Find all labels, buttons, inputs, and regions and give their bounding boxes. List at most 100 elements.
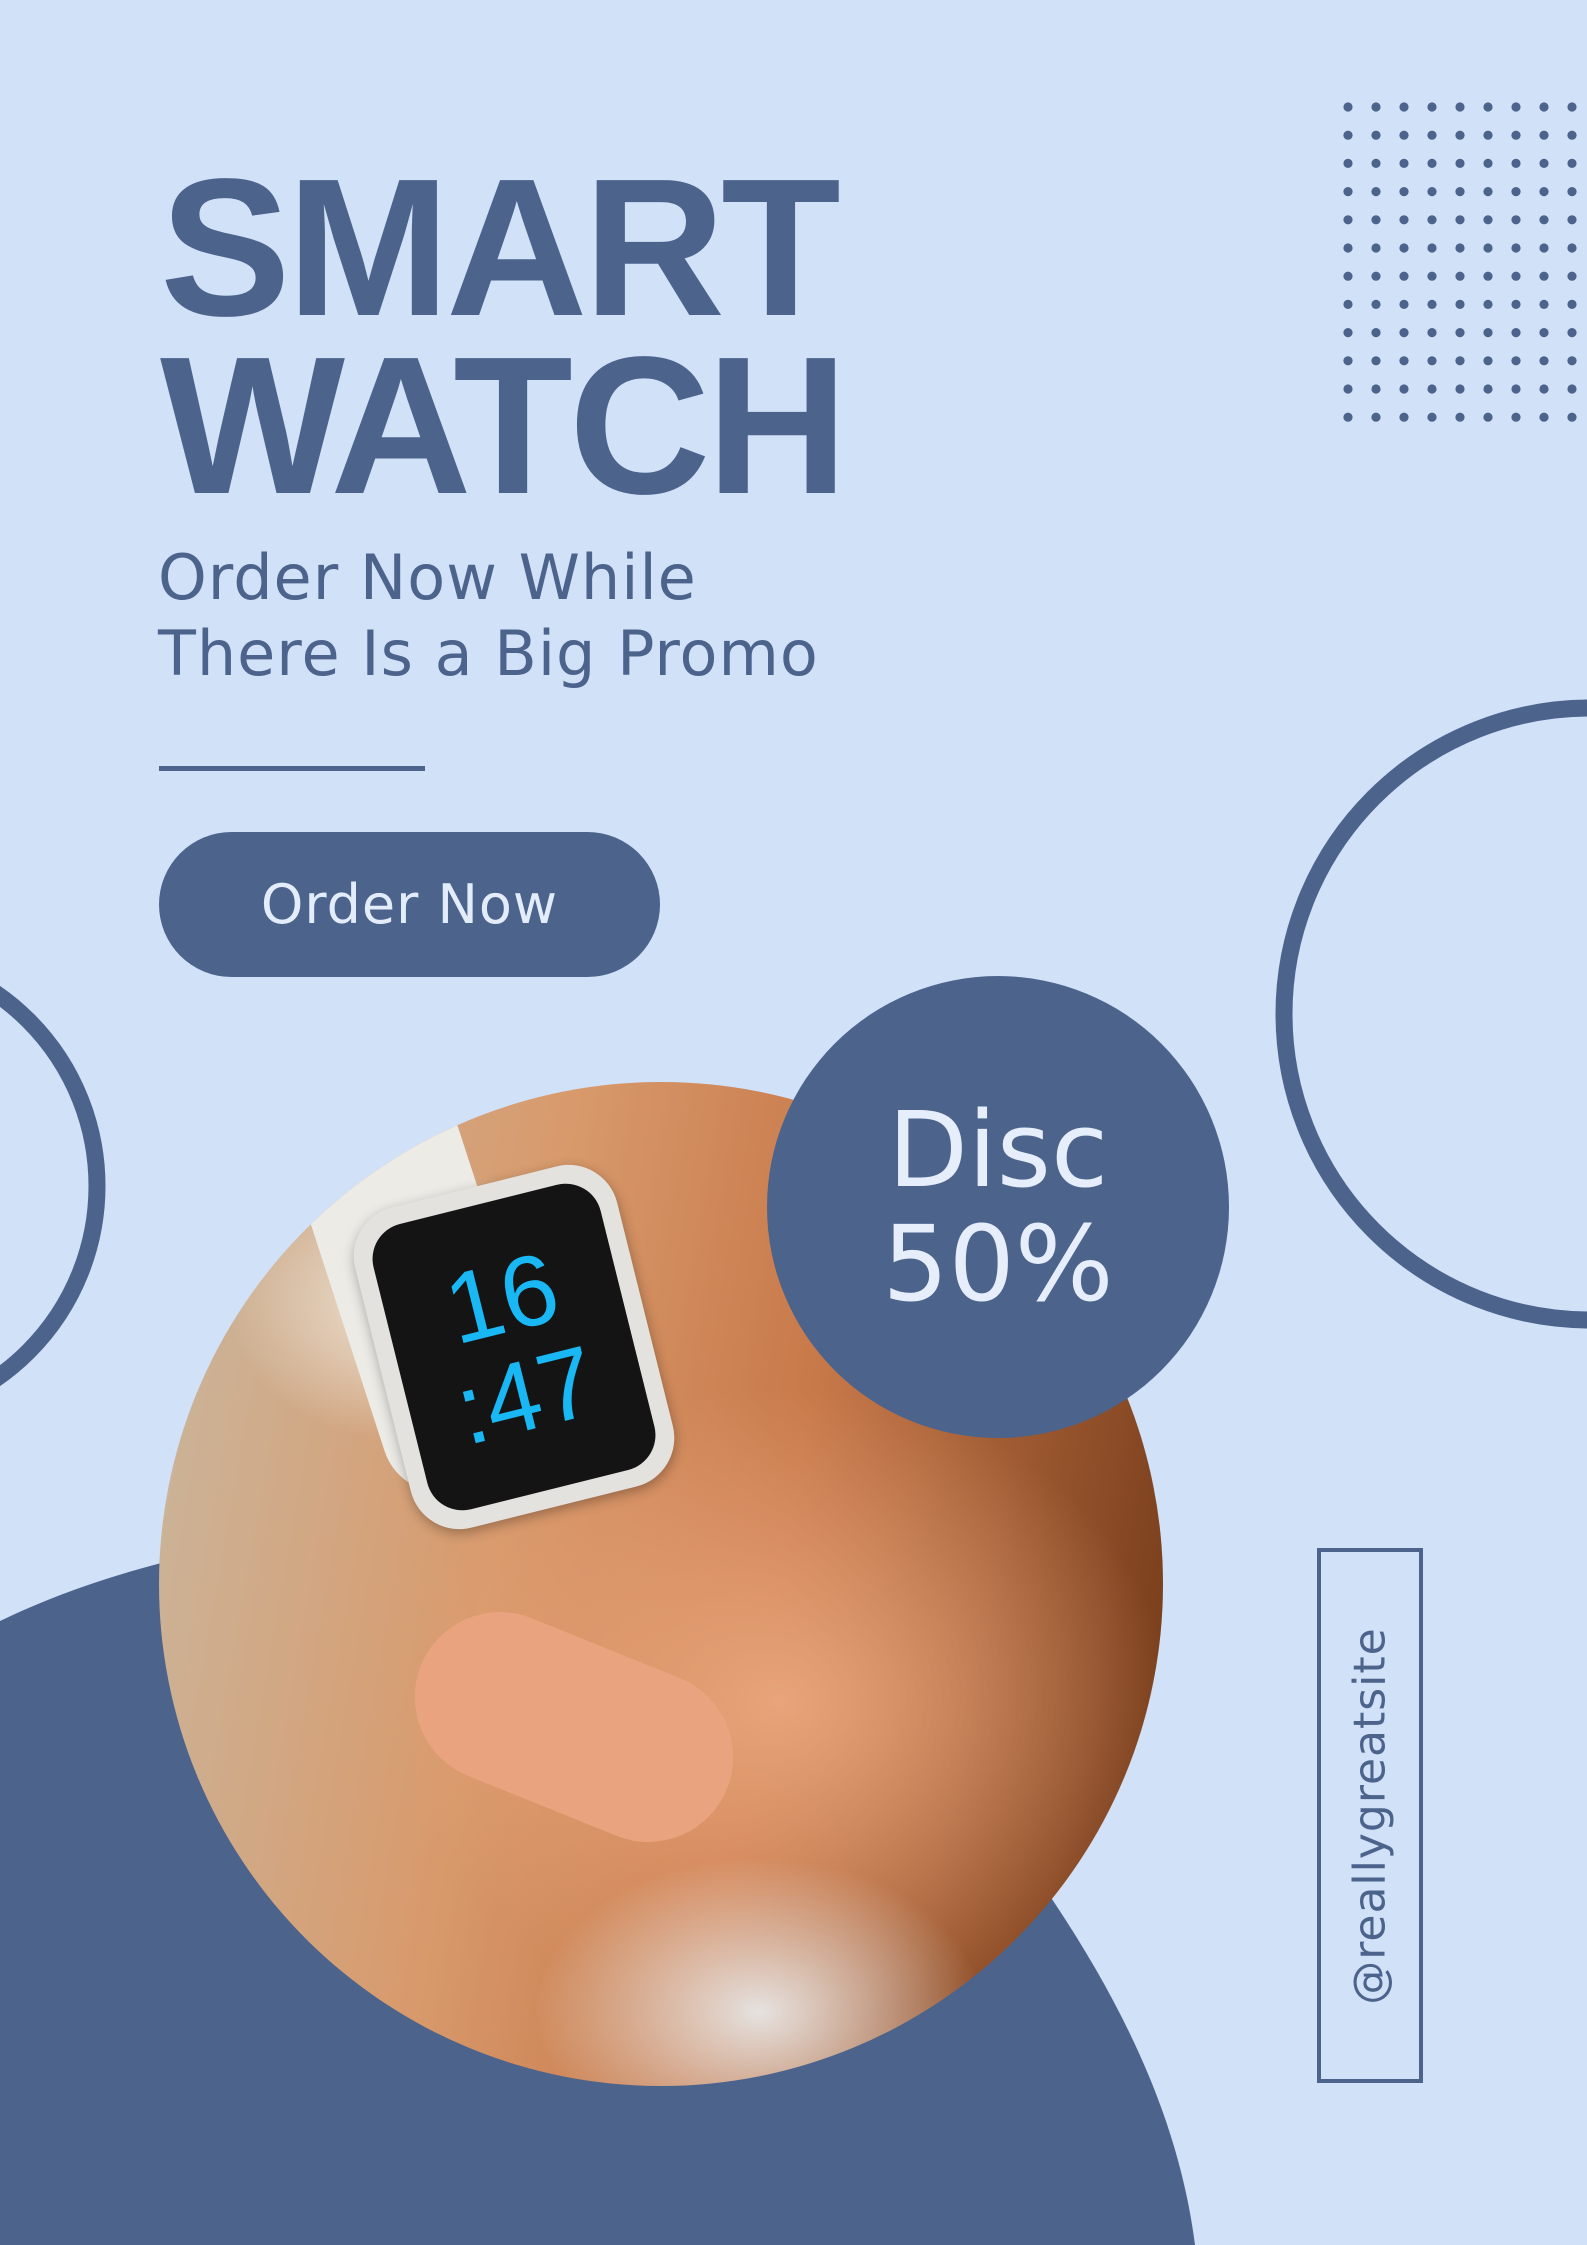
dot — [1539, 412, 1549, 422]
dot — [1399, 215, 1409, 225]
dot — [1455, 356, 1465, 366]
thumb — [389, 1586, 759, 1868]
dot — [1567, 384, 1577, 394]
dot — [1511, 328, 1521, 338]
dot — [1511, 102, 1521, 112]
dot — [1539, 243, 1549, 253]
social-handle-box: @reallygreatsite — [1317, 1548, 1423, 2083]
dot — [1483, 299, 1493, 309]
dot — [1567, 328, 1577, 338]
dot — [1455, 328, 1465, 338]
dot — [1455, 158, 1465, 168]
dot — [1483, 215, 1493, 225]
dot — [1511, 299, 1521, 309]
dot — [1343, 130, 1353, 140]
dot — [1371, 271, 1381, 281]
dot — [1455, 187, 1465, 197]
dot — [1371, 187, 1381, 197]
dot — [1539, 328, 1549, 338]
dot — [1371, 356, 1381, 366]
dot — [1539, 130, 1549, 140]
dot — [1455, 412, 1465, 422]
dot — [1455, 215, 1465, 225]
dot — [1399, 328, 1409, 338]
dot — [1483, 130, 1493, 140]
dot — [1511, 215, 1521, 225]
dot — [1343, 384, 1353, 394]
dot — [1567, 412, 1577, 422]
dot — [1399, 412, 1409, 422]
divider — [159, 766, 425, 771]
dot — [1343, 271, 1353, 281]
dot — [1483, 158, 1493, 168]
dot — [1567, 356, 1577, 366]
dot — [1567, 299, 1577, 309]
dot — [1511, 356, 1521, 366]
dot-grid-icon — [1343, 102, 1577, 422]
dot — [1399, 384, 1409, 394]
dot — [1427, 356, 1437, 366]
dot — [1483, 356, 1493, 366]
dot — [1539, 384, 1549, 394]
dot — [1539, 158, 1549, 168]
dot — [1399, 102, 1409, 112]
dot — [1483, 384, 1493, 394]
dot — [1511, 271, 1521, 281]
dot — [1483, 243, 1493, 253]
dot — [1343, 158, 1353, 168]
dot — [1483, 412, 1493, 422]
dot — [1567, 130, 1577, 140]
dot — [1483, 328, 1493, 338]
social-handle: @reallygreatsite — [1344, 1626, 1396, 2005]
dot — [1399, 271, 1409, 281]
dot — [1343, 299, 1353, 309]
dot — [1371, 243, 1381, 253]
dot — [1539, 356, 1549, 366]
dot — [1343, 102, 1353, 112]
subtitle-line-2: There Is a Big Promo — [158, 617, 819, 690]
dot — [1343, 412, 1353, 422]
dot — [1427, 271, 1437, 281]
dot — [1567, 158, 1577, 168]
dot — [1427, 158, 1437, 168]
dot — [1371, 384, 1381, 394]
right-ring — [1275, 699, 1587, 1329]
dot — [1371, 130, 1381, 140]
dot — [1399, 356, 1409, 366]
dot — [1483, 187, 1493, 197]
dot — [1567, 102, 1577, 112]
dot — [1343, 215, 1353, 225]
dot — [1539, 299, 1549, 309]
dot — [1567, 187, 1577, 197]
dot — [1455, 243, 1465, 253]
dot — [1455, 130, 1465, 140]
dot — [1427, 412, 1437, 422]
dot — [1399, 158, 1409, 168]
dot — [1427, 187, 1437, 197]
dot — [1539, 187, 1549, 197]
discount-label: Disc — [887, 1089, 1109, 1211]
dot — [1511, 384, 1521, 394]
dot — [1399, 299, 1409, 309]
dot — [1371, 158, 1381, 168]
dot — [1399, 243, 1409, 253]
dot — [1343, 243, 1353, 253]
dot — [1427, 384, 1437, 394]
dot — [1399, 130, 1409, 140]
dot — [1567, 243, 1577, 253]
discount-badge: Disc 50% — [767, 976, 1229, 1438]
dot — [1455, 102, 1465, 112]
order-now-button[interactable]: Order Now — [159, 832, 660, 977]
dot — [1567, 271, 1577, 281]
watch-screen: 16 :47 — [364, 1176, 664, 1518]
discount-value: 50% — [882, 1203, 1114, 1325]
dot — [1455, 384, 1465, 394]
dot — [1371, 215, 1381, 225]
dot — [1343, 328, 1353, 338]
dot — [1539, 271, 1549, 281]
dot — [1343, 187, 1353, 197]
dot — [1427, 215, 1437, 225]
subtitle-line-1: Order Now While — [158, 541, 697, 614]
dot — [1455, 271, 1465, 281]
dot — [1511, 243, 1521, 253]
